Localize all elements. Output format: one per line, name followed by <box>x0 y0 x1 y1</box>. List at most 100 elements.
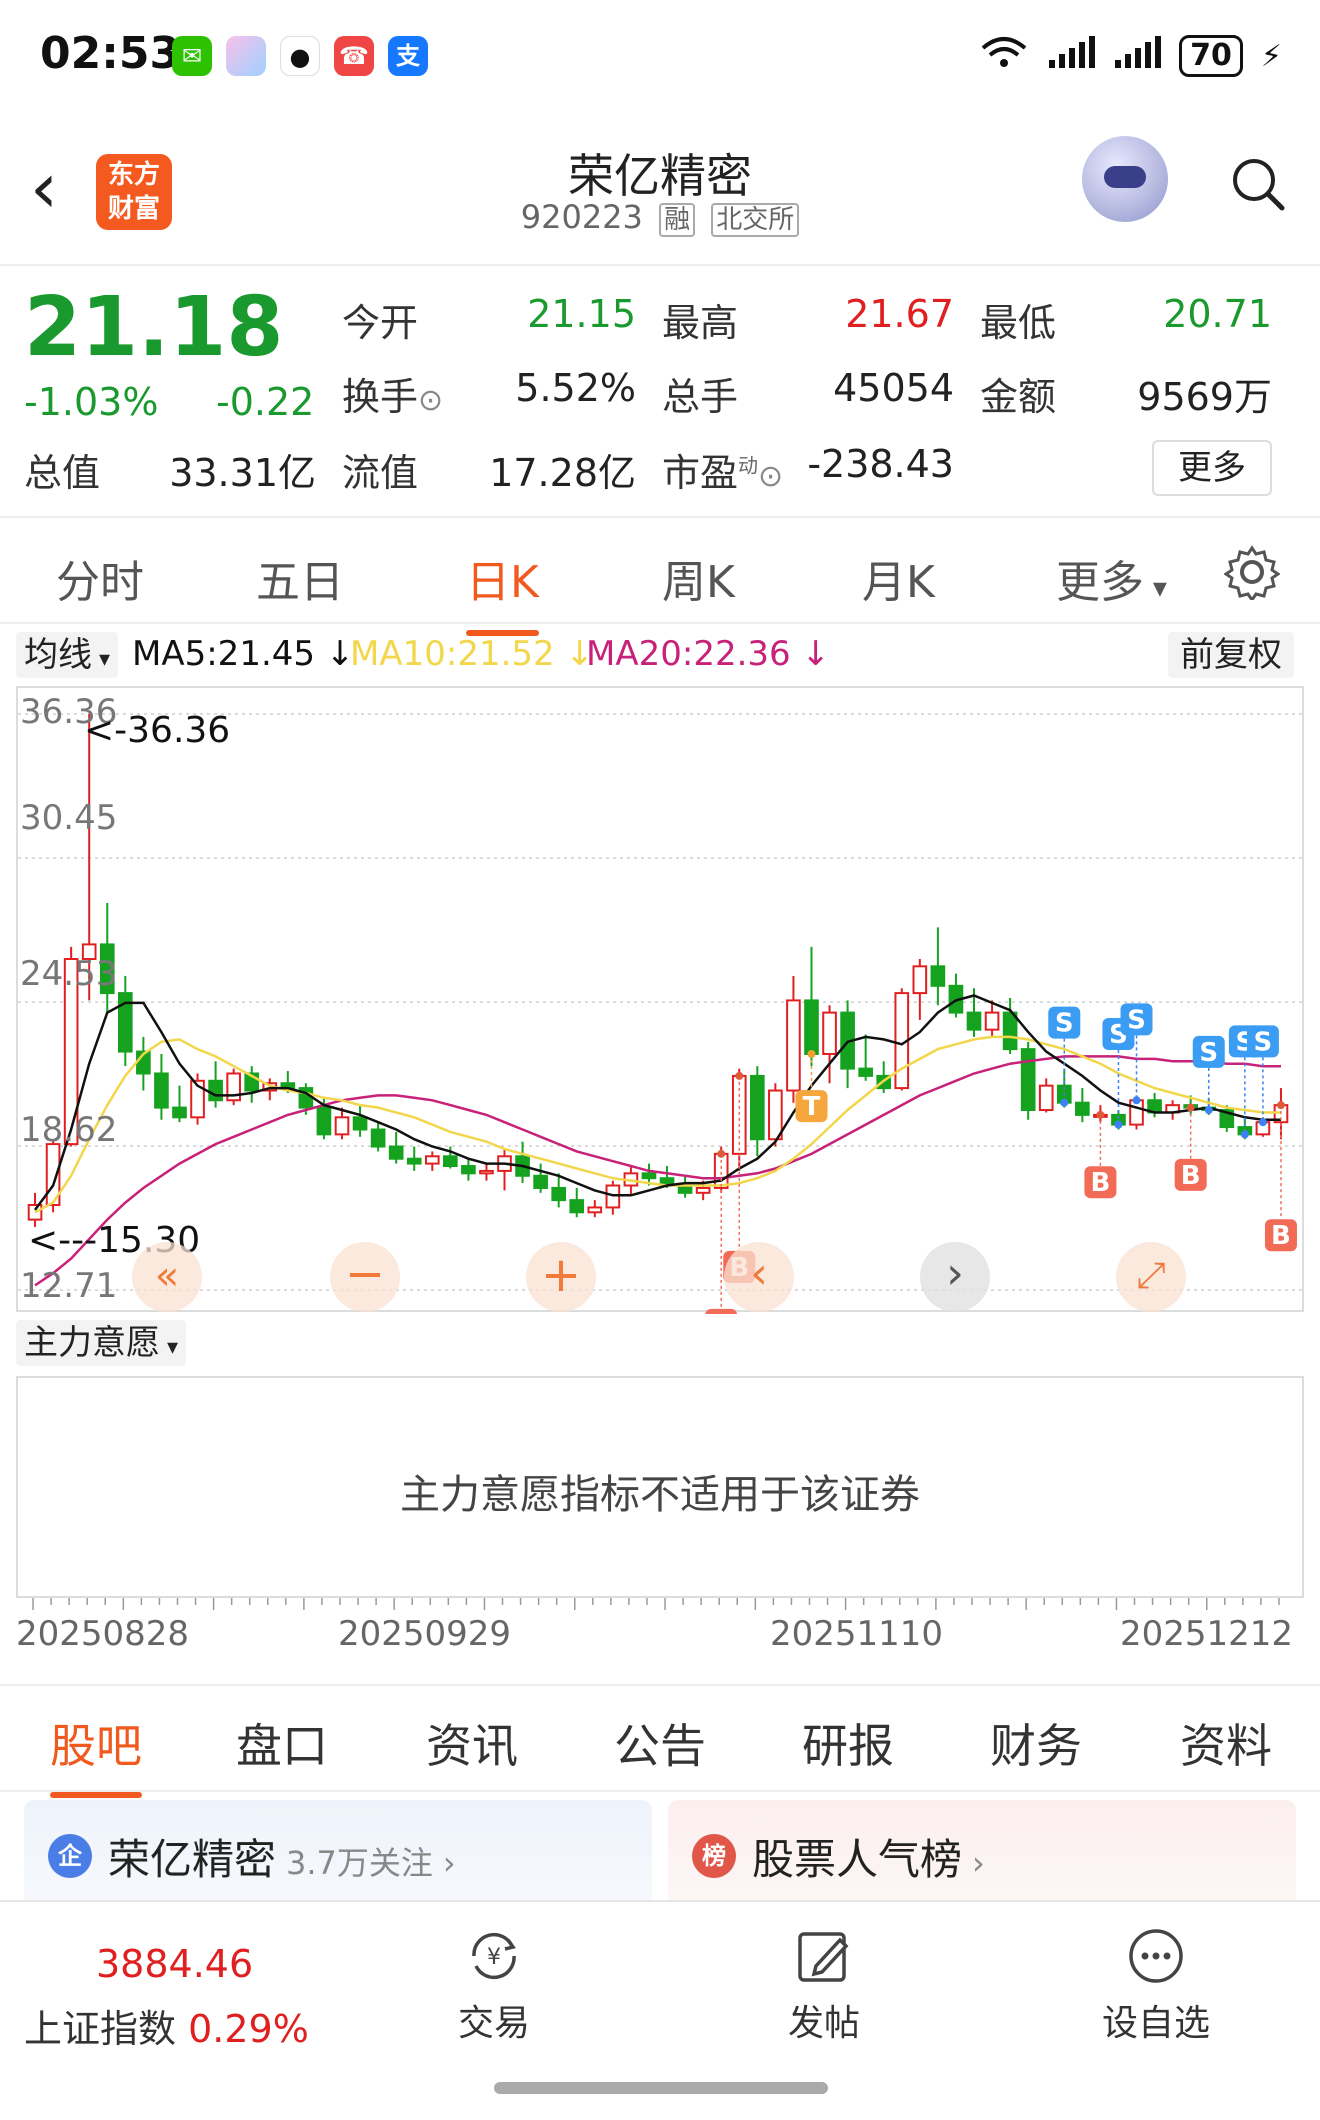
company-card[interactable]: 企 荣亿精密 3.7万关注 › <box>24 1800 652 1910</box>
candle-body-29 <box>551 1186 567 1202</box>
ranking-icon: 榜 <box>692 1834 736 1878</box>
pe-value: -238.43 <box>807 442 954 486</box>
ai-assistant-icon[interactable] <box>1082 136 1168 222</box>
tab-news[interactable]: 资讯 <box>426 1710 518 1776</box>
index-value[interactable]: 3884.46 <box>96 1942 253 1986</box>
tab-weekly-k[interactable]: 周K <box>662 546 735 610</box>
popularity-card[interactable]: 榜 股票人气榜 › <box>668 1800 1296 1910</box>
kline-svg: BBTSSSSSSBBB <box>18 713 1306 1314</box>
volume-label: 总手 <box>662 375 739 419</box>
tab-five-day[interactable]: 五日 <box>256 546 344 610</box>
change-amount: -0.22 <box>216 380 315 424</box>
wechat-icon: ✉ <box>172 36 212 76</box>
x-label-0: 20250828 <box>16 1614 190 1654</box>
x-label-1: 20250929 <box>338 1614 512 1654</box>
more-quote-button[interactable]: 更多 <box>1152 440 1272 496</box>
add-watchlist-button[interactable]: 设自选 <box>1056 1926 1256 2046</box>
signal-dot-6 <box>1204 1106 1213 1115</box>
popularity-card-title: 股票人气榜 › <box>752 1835 985 1884</box>
candle-body-49 <box>912 965 928 995</box>
zoom-in-icon[interactable]: + <box>526 1242 596 1312</box>
settings-gear-icon[interactable] <box>1223 544 1281 604</box>
charging-icon: ⚡ <box>1260 38 1282 74</box>
search-icon[interactable] <box>1230 156 1285 211</box>
scroll-left-icon[interactable]: « <box>132 1242 202 1312</box>
tab-research[interactable]: 研报 <box>802 1710 894 1776</box>
tab-intraday[interactable]: 分时 <box>56 546 144 610</box>
signal-dot-11 <box>1276 1101 1285 1110</box>
candle-body-52 <box>966 1011 982 1031</box>
margin-tag: 融 <box>659 203 696 237</box>
qq-icon: ● <box>280 36 320 76</box>
wifi-icon <box>979 34 1029 78</box>
signal-dot-10 <box>1186 1103 1195 1112</box>
battery-icon: 70 <box>1179 35 1243 77</box>
high-label: 最高 <box>662 301 739 345</box>
tab-guba[interactable]: 股吧 <box>50 1710 142 1798</box>
signal-dot-0 <box>717 1149 726 1158</box>
adjust-button[interactable]: 前复权 <box>1168 632 1294 678</box>
home-indicator <box>494 2082 828 2094</box>
candle-body-30 <box>569 1199 585 1214</box>
tab-announcements[interactable]: 公告 <box>614 1710 706 1776</box>
indicator-selector[interactable]: 主力意愿 ▾ <box>16 1320 187 1366</box>
candle-body-37 <box>695 1186 711 1194</box>
post-button[interactable]: 发帖 <box>724 1926 924 2046</box>
candle-body-8 <box>172 1106 187 1119</box>
fullscreen-icon[interactable]: ⤢ <box>1116 1242 1186 1312</box>
turnover-label[interactable]: 换手⊙ <box>342 366 443 421</box>
signal-label-3: S <box>1055 1009 1074 1039</box>
alipay-icon: 支 <box>388 36 428 76</box>
mktcap-label: 总值 <box>24 451 101 495</box>
zoom-out-icon[interactable]: − <box>330 1242 400 1312</box>
open-value: 21.15 <box>527 292 636 336</box>
candle-body-19 <box>370 1128 386 1148</box>
tab-daily-k[interactable]: 日K <box>466 546 539 636</box>
candle-body-25 <box>479 1169 494 1175</box>
signal-dot-3 <box>1060 1098 1069 1107</box>
index-name[interactable]: 上证指数 0.29% <box>24 1998 309 2053</box>
y-tick-1: 30.45 <box>20 798 118 838</box>
candle-body-10 <box>208 1079 223 1102</box>
volume-value: 45054 <box>833 366 954 410</box>
candle-body-7 <box>154 1072 169 1109</box>
candle-body-53 <box>984 1011 1000 1031</box>
amount-label: 金额 <box>980 375 1057 419</box>
ma-selector[interactable]: 均线 ▾ <box>16 632 119 678</box>
svg-text:¥: ¥ <box>487 1945 501 1970</box>
high-value: 21.67 <box>845 292 954 336</box>
candle-body-56 <box>1038 1084 1054 1112</box>
signal-icon-2 <box>1113 34 1162 78</box>
trade-button[interactable]: ¥ 交易 <box>394 1926 594 2046</box>
period-tabs: 分时 五日 日K 周K 月K 更多 ▾ <box>0 516 1320 636</box>
info-icon: ⊙ <box>418 383 444 418</box>
candle-body-55 <box>1020 1048 1036 1112</box>
kline-chart[interactable]: BBTSSSSSSBBB 36.36 30.45 24.53 18.62 12.… <box>16 686 1306 1314</box>
ma10-value: MA10:21.52 ↓ <box>350 634 594 674</box>
pe-label[interactable]: 市盈动⊙ <box>662 442 783 497</box>
tab-monthly-k[interactable]: 月K <box>862 546 935 610</box>
tab-profile[interactable]: 资料 <box>1180 1710 1272 1776</box>
open-label: 今开 <box>342 301 419 345</box>
candle-body-46 <box>858 1067 873 1077</box>
step-left-icon[interactable]: ‹ <box>724 1242 794 1312</box>
y-tick-3: 18.62 <box>20 1110 118 1150</box>
float-label: 流值 <box>342 451 419 495</box>
candle-body-44 <box>822 1011 837 1055</box>
candle-body-43 <box>804 999 819 1055</box>
tab-pankou[interactable]: 盘口 <box>236 1710 328 1776</box>
mktcap-value: 33.31亿 <box>169 451 316 495</box>
tab-more[interactable]: 更多 ▾ <box>1056 546 1167 610</box>
candle-body-50 <box>930 965 946 987</box>
clock: 02:53 <box>40 28 181 79</box>
step-right-icon[interactable]: › <box>920 1242 990 1312</box>
float-value: 17.28亿 <box>489 451 636 495</box>
content-tabs: 股吧 盘口 资讯 公告 研报 财务 资料 <box>0 1684 1320 1798</box>
info-icon: ⊙ <box>758 459 784 494</box>
x-axis-ticks <box>32 1598 1280 1610</box>
candle-body-54 <box>1002 1011 1018 1051</box>
more-dots-icon <box>1126 1926 1186 1986</box>
tab-finance[interactable]: 财务 <box>990 1710 1082 1776</box>
candle-body-41 <box>768 1089 783 1141</box>
signal-label-5: S <box>1127 1005 1146 1035</box>
